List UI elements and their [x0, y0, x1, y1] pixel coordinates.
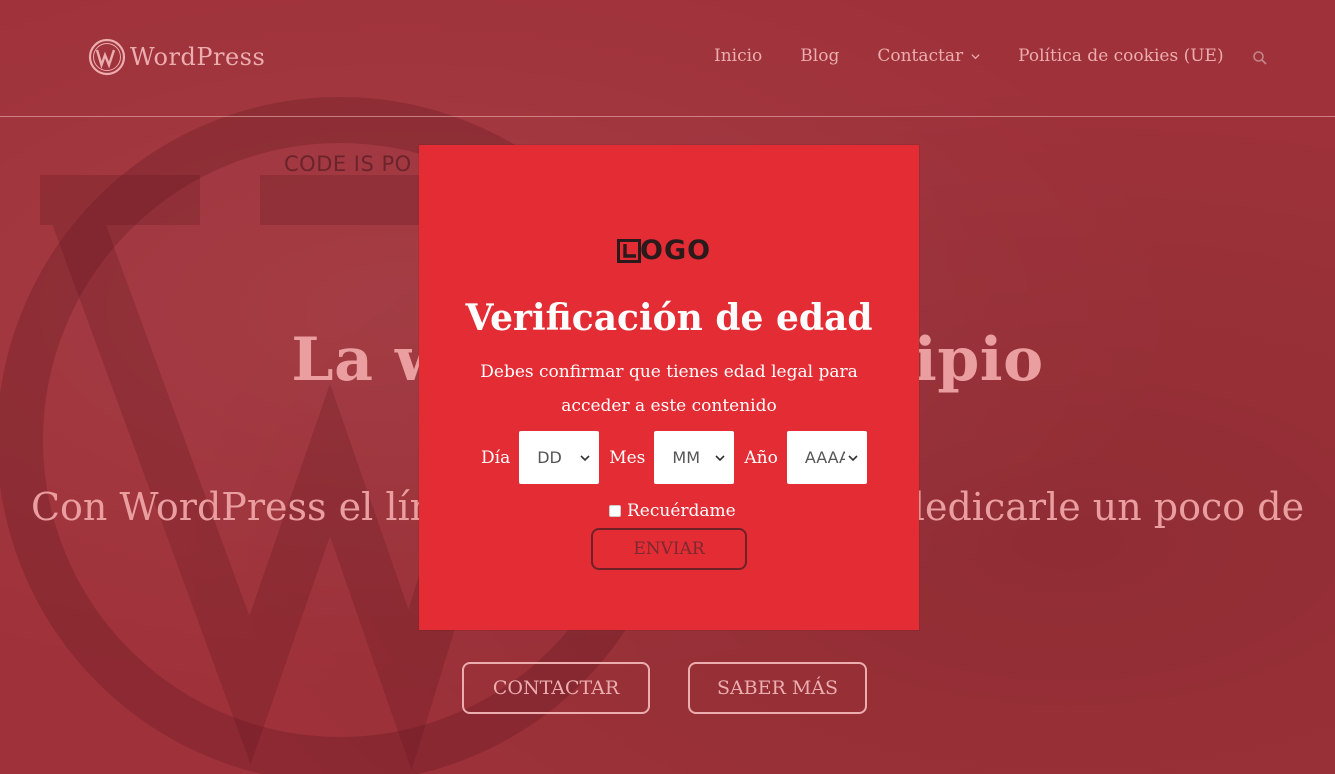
birthdate-fields: Día DD Mes MM Año AAAA — [481, 431, 877, 484]
day-value: DD — [537, 448, 562, 467]
year-value: AAAA — [804, 448, 845, 467]
month-label: Mes — [609, 447, 646, 468]
submit-button[interactable]: ENVIAR — [591, 528, 747, 570]
year-label: Año — [744, 447, 778, 468]
chevron-down-icon — [580, 454, 590, 461]
age-verification-modal: OGO Verificación de edad Debes confirmar… — [419, 145, 919, 630]
chevron-down-icon — [715, 454, 725, 461]
month-select[interactable]: MM — [654, 431, 735, 484]
logo-text: OGO — [640, 235, 712, 266]
modal-description: Debes confirmar que tienes edad legal pa… — [480, 362, 858, 416]
modal-title: Verificación de edad — [465, 297, 873, 339]
remember-checkbox[interactable] — [609, 505, 621, 517]
remember-me: Recuérdame — [609, 501, 736, 521]
remember-label: Recuérdame — [627, 501, 736, 521]
day-label: Día — [481, 447, 511, 468]
month-value: MM — [672, 448, 701, 467]
year-select[interactable]: AAAA — [786, 431, 867, 484]
modal-logo: OGO — [617, 235, 711, 266]
chevron-down-icon — [848, 454, 858, 461]
logo-mark-icon — [617, 238, 641, 263]
day-select[interactable]: DD — [519, 431, 600, 484]
